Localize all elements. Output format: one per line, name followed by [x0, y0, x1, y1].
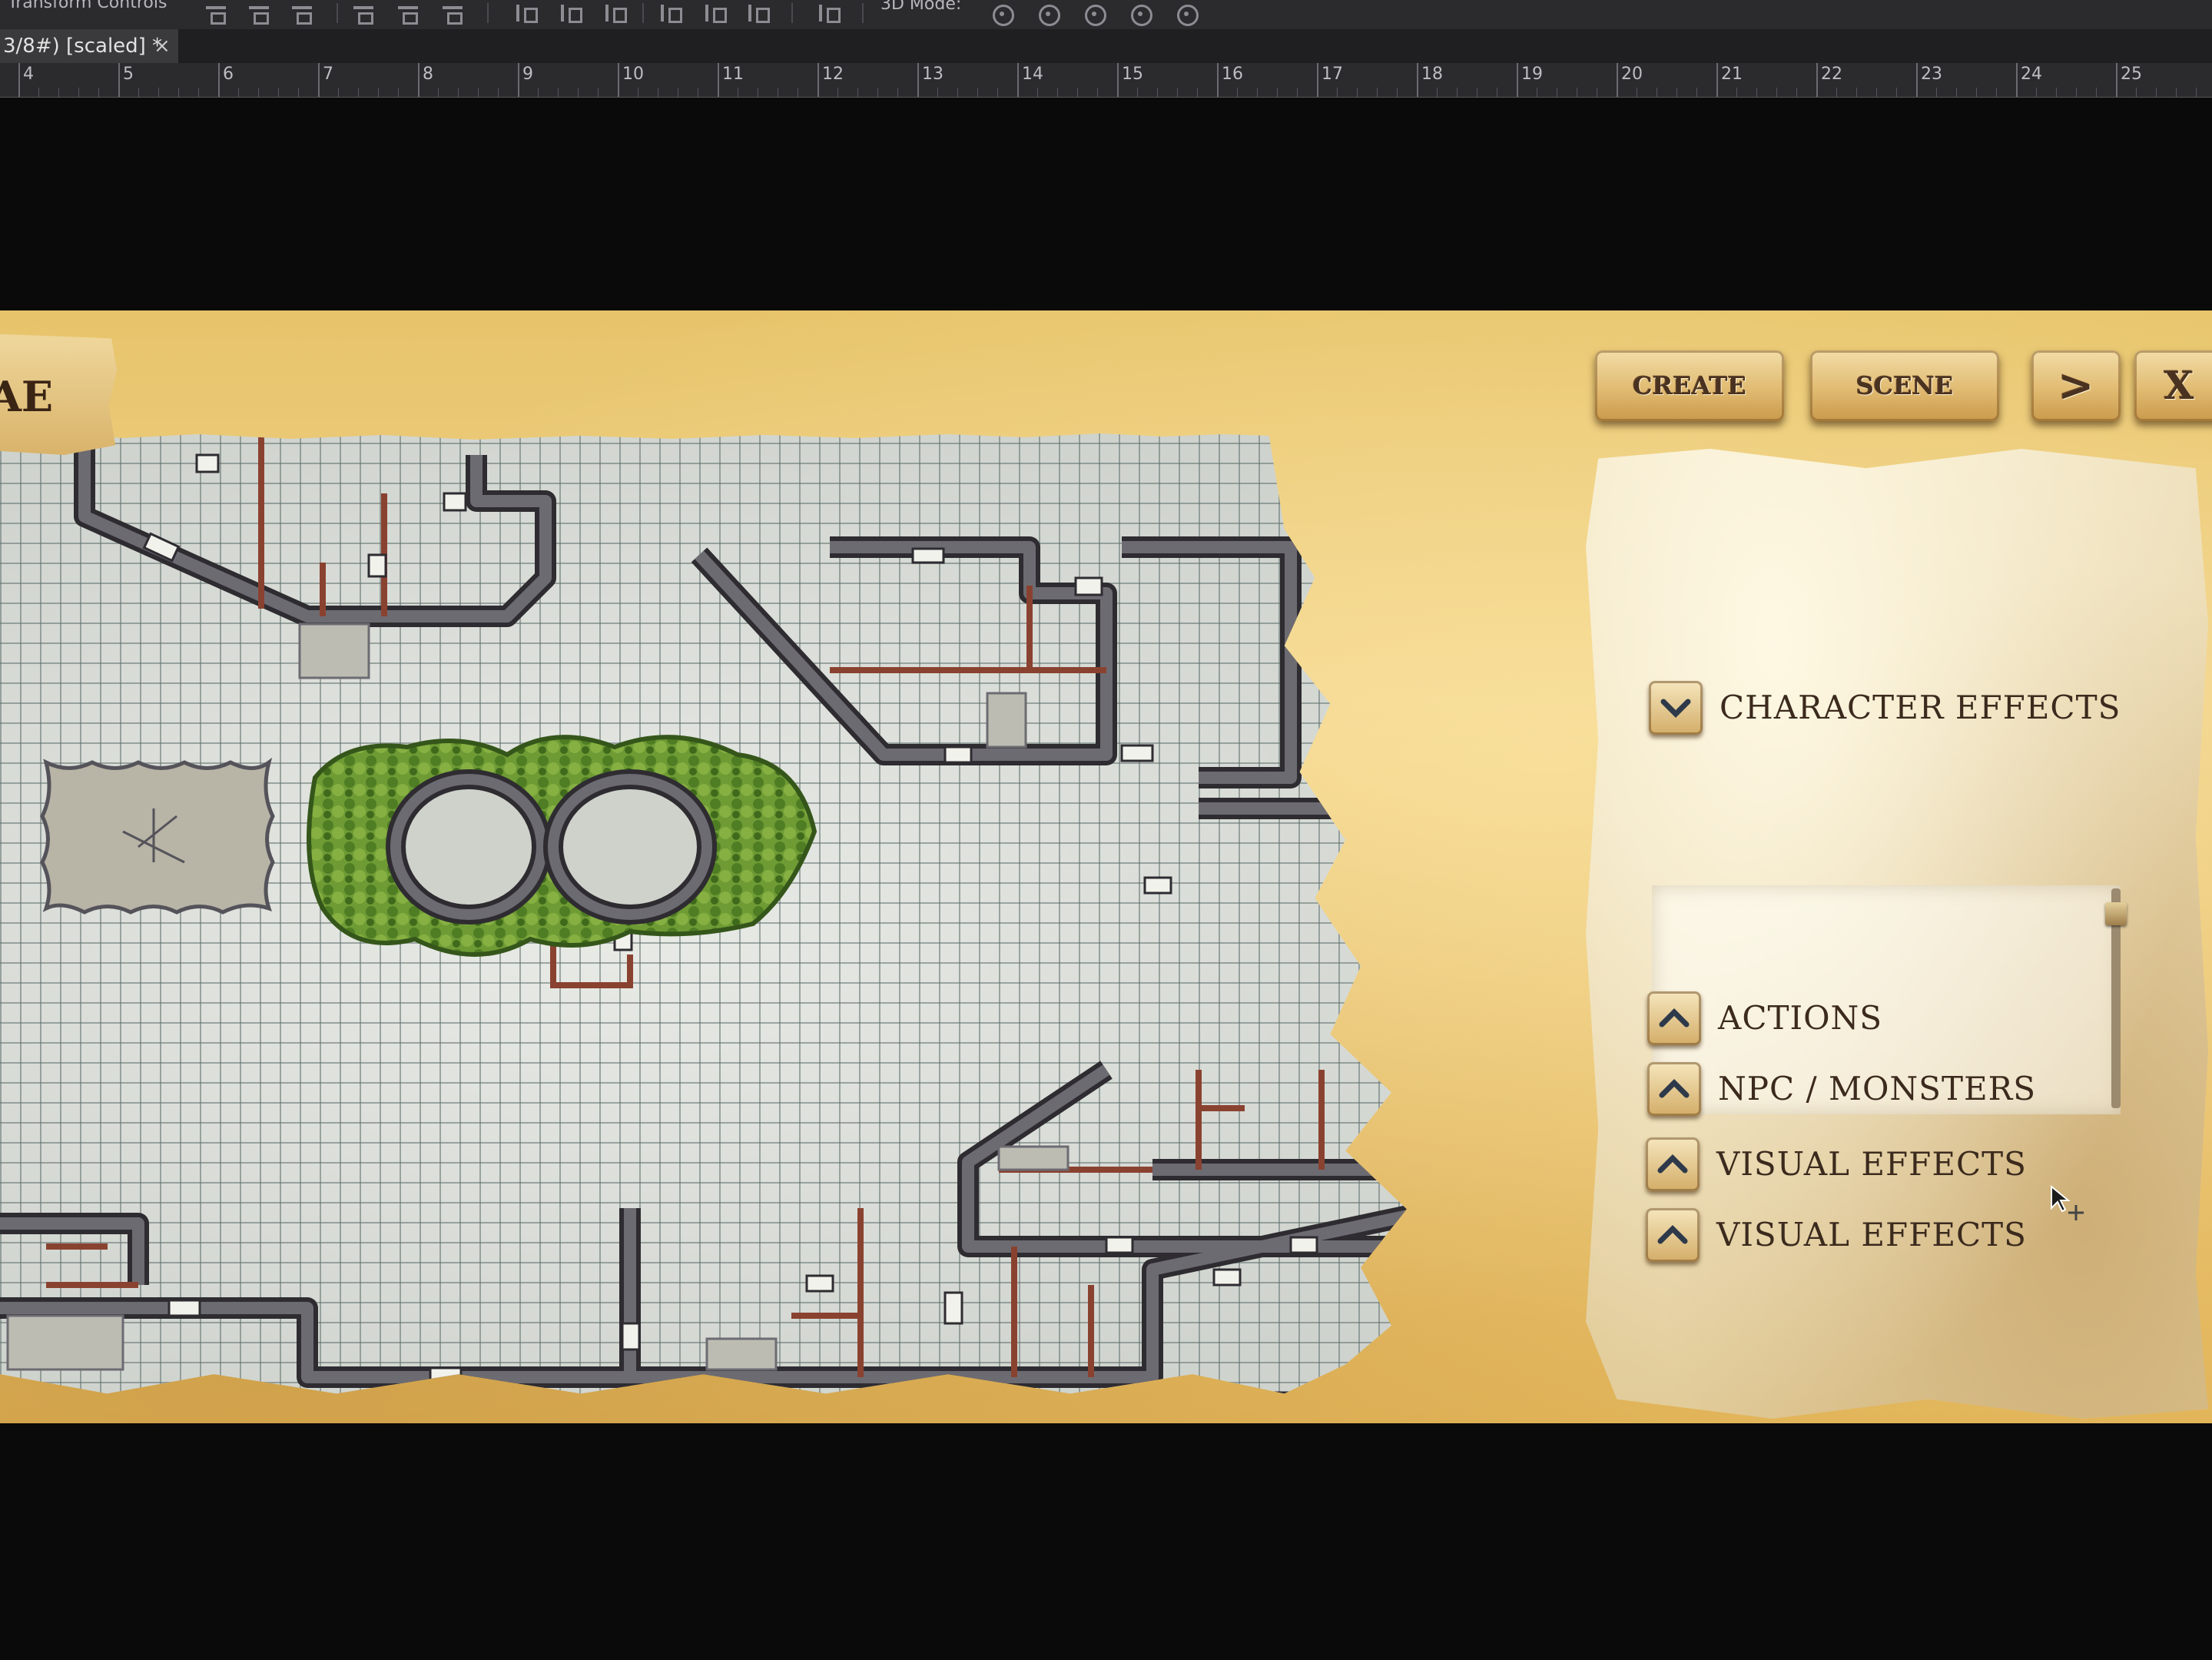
create-button[interactable]: CREATE: [1595, 350, 1784, 421]
chevron-up-icon: [1657, 1225, 1688, 1244]
ruler-number: 4: [23, 65, 34, 84]
collapse-button[interactable]: [1649, 681, 1703, 735]
ruler-number: 23: [1921, 65, 1942, 84]
scrollbar-thumb[interactable]: [2105, 902, 2127, 925]
ruler-number: 21: [1721, 65, 1743, 84]
next-button[interactable]: >: [2031, 350, 2121, 421]
ruler-number: 22: [1821, 65, 1842, 84]
tent: [40, 757, 275, 915]
close-tab-icon[interactable]: ×: [154, 29, 171, 63]
expand-button[interactable]: [1646, 1137, 1700, 1191]
ruler-number: 13: [922, 65, 943, 84]
chevron-down-icon: [1660, 699, 1691, 718]
chevron-up-icon: [1659, 1008, 1690, 1028]
transform-controls-label: Transform Controls: [8, 0, 167, 12]
editor-toolbar: Transform Controls 3D Mode:: [0, 0, 2212, 30]
align-left-icon[interactable]: [201, 2, 230, 25]
section-label: CHARACTER EFFECTS: [1720, 689, 2121, 726]
section-label: VISUAL EFFECTS: [1716, 1145, 2027, 1183]
align-right-icon[interactable]: [287, 2, 317, 25]
toolbar-divider: [337, 3, 338, 23]
ruler-number: 17: [1322, 65, 1343, 84]
title-tab[interactable]: AE: [0, 334, 117, 455]
ruler-number: 9: [522, 65, 533, 84]
document-tab-bar: 3/8#) [scaled] * ×: [0, 29, 2212, 63]
section-label: VISUAL EFFECTS: [1716, 1216, 2027, 1253]
ruler-number: 6: [223, 65, 234, 84]
section-label: NPC / MONSTERS: [1718, 1070, 2037, 1107]
align-bottom-icon[interactable]: [438, 2, 467, 25]
scale-3d-icon[interactable]: [1172, 2, 1202, 26]
3d-mode-label: 3D Mode:: [880, 0, 962, 14]
move-cursor-icon: [2051, 1185, 2084, 1220]
distribute-center-icon[interactable]: [699, 2, 728, 23]
chevron-up-icon: [1657, 1154, 1688, 1174]
game-canvas: AE CREATE SCENE > X CHARACTER EFFECTS AC…: [0, 310, 2212, 1423]
ruler-number: 10: [622, 65, 644, 84]
chevron-up-icon: [1659, 1079, 1690, 1098]
toolbar-divider: [642, 3, 644, 23]
distribute-top-icon[interactable]: [510, 2, 539, 23]
distribute-middle-icon[interactable]: [555, 2, 584, 23]
pan-3d-icon[interactable]: [1080, 2, 1109, 26]
title-tab-text: AE: [0, 372, 54, 421]
ruler-number: 25: [2121, 65, 2142, 84]
toolbar-divider: [487, 3, 489, 23]
ruler-number: 7: [323, 65, 333, 84]
ruler-number: 18: [1421, 65, 1443, 84]
document-tab-title: 3/8#) [scaled] *: [3, 35, 163, 58]
ruler-number: 8: [423, 65, 433, 84]
ruler-number: 20: [1621, 65, 1643, 84]
distribute-bottom-icon[interactable]: [599, 2, 628, 23]
toolbar-divider: [862, 3, 864, 23]
ruler-number: 15: [1122, 65, 1143, 84]
expand-button[interactable]: [1647, 991, 1701, 1045]
garden: [307, 735, 817, 957]
close-button[interactable]: X: [2134, 350, 2212, 421]
ruler-number: 16: [1222, 65, 1243, 84]
roll-3d-icon[interactable]: [1034, 2, 1063, 26]
ruler-number: 12: [822, 65, 844, 84]
horizontal-ruler: 4 5 6 7 8 9 10 11 12 13 14 15 16 17 18 19 20 21 22 23 24 25: [0, 63, 2212, 98]
expand-button[interactable]: [1647, 1062, 1701, 1116]
rotate-3d-icon[interactable]: [988, 2, 1017, 26]
ruler-number: 19: [1521, 65, 1543, 84]
ruler-number: 11: [722, 65, 744, 84]
ruler-number: 24: [2021, 65, 2042, 84]
align-middle-icon[interactable]: [393, 2, 423, 25]
distribute-left-icon[interactable]: [655, 2, 684, 23]
map-drawing: [0, 433, 1407, 1394]
toolbar-divider: [791, 3, 793, 23]
scene-button[interactable]: SCENE: [1810, 350, 1999, 421]
section-label: ACTIONS: [1718, 999, 1883, 1037]
dungeon-map[interactable]: [0, 433, 1407, 1394]
document-tab[interactable]: 3/8#) [scaled] * ×: [0, 29, 178, 63]
distribute-right-icon[interactable]: [742, 2, 771, 23]
align-center-icon[interactable]: [244, 2, 274, 25]
align-top-icon[interactable]: [349, 2, 378, 25]
ruler-number: 5: [123, 65, 134, 84]
ruler-number: 14: [1022, 65, 1043, 84]
auto-align-icon[interactable]: [813, 2, 842, 23]
expand-button[interactable]: [1646, 1208, 1700, 1262]
slide-3d-icon[interactable]: [1126, 2, 1156, 26]
